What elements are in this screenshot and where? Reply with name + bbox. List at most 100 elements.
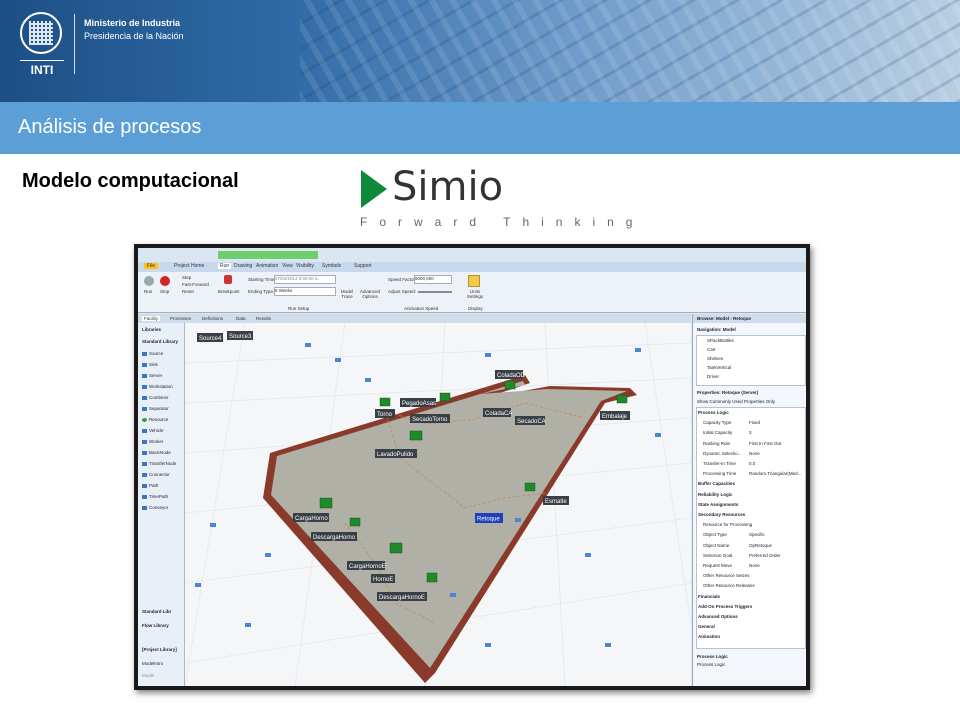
node-label-descargahornoe[interactable]: DescargaHornoE <box>377 592 427 601</box>
node-label-retoque[interactable]: Retoque <box>475 513 503 523</box>
starting-time-label: Starting Time: <box>248 277 276 282</box>
property-value[interactable]: Specific <box>749 532 765 537</box>
library-item-basicnode[interactable]: BasicNode <box>142 450 171 455</box>
tab-view[interactable]: View <box>282 263 293 269</box>
run-icon[interactable] <box>144 276 154 286</box>
breakpoint-button[interactable]: Breakpoint <box>218 289 240 294</box>
property-name: Other Resource Releases <box>703 583 755 589</box>
library-item-source[interactable]: Source <box>142 351 163 356</box>
tab-project-home[interactable]: Project Home <box>174 263 204 269</box>
library-item-vehicle[interactable]: Vehicle <box>142 428 164 433</box>
property-value[interactable]: None <box>749 563 760 568</box>
flow-library-tab[interactable]: Flow Library <box>142 623 169 628</box>
tab-run[interactable]: Run <box>218 263 232 269</box>
breakpoint-icon[interactable] <box>224 275 232 284</box>
library-item-worker[interactable]: Worker <box>142 439 163 444</box>
tab-results[interactable]: Results <box>256 316 271 321</box>
library-item-sink[interactable]: Sink <box>142 362 158 367</box>
properties-title: Properties: Retoque (Server) <box>697 390 759 395</box>
standard-library-tab[interactable]: Standard Libr <box>142 609 171 614</box>
timepath-icon <box>142 494 147 499</box>
units-settings-icon[interactable] <box>468 275 480 287</box>
library-item-workstation[interactable]: Workstation <box>142 384 173 389</box>
node-label-cargahorno[interactable]: CargaHorno <box>293 513 329 522</box>
units-settings-button[interactable]: Units Settings <box>464 289 486 299</box>
property-value[interactable]: 0.0 <box>749 461 755 466</box>
property-name: Dynamic Selectio... <box>703 450 742 456</box>
nav-item-driver[interactable]: Driver <box>707 374 719 379</box>
tab-definitions[interactable]: Definitions <box>202 316 223 321</box>
run-button[interactable]: Run <box>144 289 152 294</box>
node-label-source3[interactable]: Source3 <box>227 331 253 340</box>
header-banner <box>0 0 960 102</box>
property-value[interactable]: 3 <box>749 430 752 435</box>
tab-data[interactable]: Data <box>236 316 246 321</box>
library-item-timepath[interactable]: TimePath <box>142 494 168 499</box>
starting-time-field[interactable]: 07/04/2014 8:00:00 a. <box>274 275 336 284</box>
nav-item-spackbottles[interactable]: SPackBottles <box>707 338 734 343</box>
tab-facility[interactable]: Facility <box>142 316 161 321</box>
node-label-lavadopulido[interactable]: LavadoPulido <box>375 449 417 458</box>
property-name: Request Move <box>703 563 733 568</box>
tab-processes[interactable]: Processes <box>170 316 191 321</box>
node-label-torno[interactable]: Torno <box>375 409 395 418</box>
node-label-source4[interactable]: Source4 <box>197 333 223 342</box>
tab-animation[interactable]: Animation <box>256 263 278 269</box>
property-value[interactable]: Fixed <box>749 420 760 425</box>
conveyor-icon <box>142 505 147 510</box>
tab-symbols[interactable]: Symbols <box>322 263 341 269</box>
org-line-2: Presidencia de la Nación <box>84 31 184 41</box>
node-label-cargahornoe[interactable]: CargaHornoE <box>347 561 386 570</box>
stop-button[interactable]: Stop <box>160 289 169 294</box>
advanced-options-button[interactable]: Advanced Options <box>358 289 382 299</box>
library-item-resource[interactable]: Resource <box>142 417 168 422</box>
property-value[interactable]: OpRetoque <box>749 543 772 548</box>
adjust-speed-slider[interactable] <box>418 291 452 293</box>
property-value[interactable]: Random.Triangular(Med... <box>749 471 801 476</box>
svg-text:PegadoAsas: PegadoAsas <box>402 401 436 407</box>
property-value[interactable]: None <box>749 451 760 456</box>
ending-type-select[interactable]: 8 Weeks <box>274 287 336 296</box>
library-item-separator[interactable]: Separator <box>142 406 169 411</box>
nav-item-tankvertical[interactable]: TankVertical <box>707 365 731 370</box>
node-label-pegadoasas[interactable]: PegadoAsas <box>400 398 436 407</box>
library-item-path[interactable]: Path <box>142 483 158 488</box>
tab-file[interactable]: File <box>144 263 159 269</box>
nav-item-shelves[interactable]: Shelves <box>707 356 723 361</box>
speed-factor-field[interactable]: 5000,000 <box>414 275 452 284</box>
library-item-server[interactable]: Server <box>142 373 162 378</box>
tab-drawing[interactable]: Drawing <box>234 263 252 269</box>
node-label-coladaca[interactable]: ColadaCA <box>483 408 512 417</box>
node-label-descargahorno[interactable]: DescargaHorno <box>311 532 357 541</box>
svg-text:Esmalte: Esmalte <box>545 499 567 505</box>
property-value[interactable]: First In First Out <box>749 441 781 446</box>
tab-support[interactable]: Support <box>354 263 372 269</box>
step-button[interactable]: Step <box>182 275 191 280</box>
node-label-embalaje[interactable]: Embalaje <box>600 411 630 420</box>
model-trace-button[interactable]: Model Trace <box>338 289 356 299</box>
show-common-checkbox[interactable]: Show Commonly Used Properties Only <box>697 399 775 404</box>
fast-forward-button[interactable]: Fast-Forward <box>182 282 209 287</box>
adjust-speed-label: Adjust Speed: <box>388 289 417 294</box>
node-label-secadotorno[interactable]: SecadoTorno <box>410 414 450 423</box>
node-label-esmalte[interactable]: Esmalte <box>543 496 569 505</box>
node-label-coladaod[interactable]: ColadaOD <box>495 370 526 379</box>
library-item-combiner[interactable]: Combiner <box>142 395 169 400</box>
nav-item-cart[interactable]: Cart <box>707 347 716 352</box>
svg-text:Embalaje: Embalaje <box>602 414 628 420</box>
property-help-text: Process Logic <box>697 662 726 667</box>
stop-icon[interactable] <box>160 276 170 286</box>
node-label-hornoe[interactable]: HornoE <box>371 574 395 583</box>
facility-3d-view: Source4 Source3 ColadaOD Torno PegadoAsa… <box>185 323 691 686</box>
reset-button[interactable]: Reset <box>182 289 194 294</box>
connector-icon <box>142 472 147 477</box>
library-item-conveyor[interactable]: Conveyor <box>142 505 168 510</box>
node-label-secadoca[interactable]: SecadoCA <box>515 416 546 425</box>
library-item-model[interactable]: Model <box>142 673 154 678</box>
library-item-connector[interactable]: Connector <box>142 472 170 477</box>
property-value[interactable]: Preferred Order <box>749 553 781 558</box>
library-item-modelintro[interactable]: ModelIntro <box>142 661 163 666</box>
facility-3d-canvas[interactable]: Source4 Source3 ColadaOD Torno PegadoAsa… <box>185 323 691 686</box>
library-item-transfernode[interactable]: TransferNode <box>142 461 176 466</box>
tab-visibility[interactable]: Visibility <box>296 263 314 269</box>
